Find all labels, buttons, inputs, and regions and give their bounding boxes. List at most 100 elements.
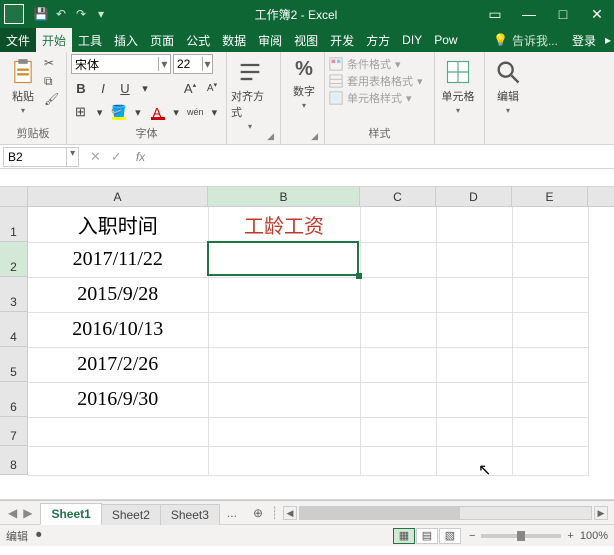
cell-A2[interactable]: 2017/11/22: [28, 242, 208, 277]
save-icon[interactable]: 💾: [32, 5, 50, 23]
tab-review[interactable]: 审阅: [252, 28, 288, 52]
select-all-corner[interactable]: [0, 187, 28, 207]
row-header-1[interactable]: 1: [0, 207, 27, 242]
cell-C3[interactable]: [360, 277, 436, 312]
horizontal-scrollbar[interactable]: ◀ ▶: [277, 506, 614, 520]
tab-home[interactable]: 开始: [36, 28, 72, 52]
name-box[interactable]: ▾: [3, 147, 79, 167]
copy-icon[interactable]: ⧉: [44, 74, 62, 88]
zoom-in-button[interactable]: +: [567, 530, 573, 542]
cell-D8[interactable]: [436, 446, 512, 475]
cell-B7[interactable]: [208, 417, 360, 446]
italic-button[interactable]: I: [93, 78, 113, 98]
row-header-7[interactable]: 7: [0, 417, 27, 446]
phonetic-drop-icon[interactable]: ▾: [207, 102, 222, 122]
font-name-combo[interactable]: ▾: [71, 54, 171, 74]
col-header-C[interactable]: C: [360, 187, 436, 206]
view-normal-icon[interactable]: ▦: [393, 528, 415, 544]
chevron-down-icon[interactable]: ▾: [202, 57, 212, 71]
cell-C2[interactable]: [360, 242, 436, 277]
undo-icon[interactable]: ↶: [52, 5, 70, 23]
row-header-5[interactable]: 5: [0, 347, 27, 382]
cell-D1[interactable]: [436, 207, 512, 242]
cell-B5[interactable]: [208, 347, 360, 382]
cell-D5[interactable]: [436, 347, 512, 382]
cell-E5[interactable]: [512, 347, 588, 382]
cells-area[interactable]: 入职时间工龄工资2017/11/222015/9/282016/10/13201…: [28, 207, 589, 476]
cell-A5[interactable]: 2017/2/26: [28, 347, 208, 382]
cell-E3[interactable]: [512, 277, 588, 312]
cell-A4[interactable]: 2016/10/13: [28, 312, 208, 347]
col-header-B[interactable]: B: [208, 187, 360, 206]
cell-B3[interactable]: [208, 277, 360, 312]
cell-style-button[interactable]: 单元格样式 ▾: [329, 90, 430, 106]
login-button[interactable]: 登录: [566, 28, 602, 52]
cell-B1[interactable]: 工龄工资: [208, 207, 360, 242]
tab-page[interactable]: 页面: [144, 28, 180, 52]
bold-button[interactable]: B: [71, 78, 91, 98]
cell-C4[interactable]: [360, 312, 436, 347]
sheet-tab-sheet1[interactable]: Sheet1: [40, 503, 101, 525]
cell-D4[interactable]: [436, 312, 512, 347]
sheet-add-button[interactable]: ⊕: [245, 506, 271, 520]
close-button[interactable]: ✕: [580, 0, 614, 28]
zoom-slider[interactable]: [481, 534, 561, 538]
fill-color-button[interactable]: 🪣: [109, 102, 128, 122]
cell-D2[interactable]: [436, 242, 512, 277]
hscroll-track[interactable]: [299, 506, 592, 520]
cell-B2[interactable]: [208, 242, 360, 277]
tell-me[interactable]: 💡 告诉我...: [485, 28, 566, 52]
cell-B4[interactable]: [208, 312, 360, 347]
maximize-button[interactable]: □: [546, 0, 580, 28]
cell-A3[interactable]: 2015/9/28: [28, 277, 208, 312]
qat-customize-icon[interactable]: ▾: [92, 5, 110, 23]
format-painter-icon[interactable]: 🖌: [44, 92, 62, 106]
tab-fangfang[interactable]: 方方: [360, 28, 396, 52]
cell-C8[interactable]: [360, 446, 436, 475]
cell-E4[interactable]: [512, 312, 588, 347]
underline-button[interactable]: U: [115, 78, 135, 98]
editing-button[interactable]: 编辑 ▾: [489, 54, 527, 115]
row-header-4[interactable]: 4: [0, 312, 27, 347]
tabs-overflow-icon[interactable]: ▸: [602, 28, 614, 52]
cell-D6[interactable]: [436, 382, 512, 417]
cell-E7[interactable]: [512, 417, 588, 446]
cell-E6[interactable]: [512, 382, 588, 417]
cell-A6[interactable]: 2016/9/30: [28, 382, 208, 417]
border-button[interactable]: ⊞: [71, 102, 90, 122]
zoom-out-button[interactable]: −: [469, 530, 475, 542]
cut-icon[interactable]: ✂: [44, 56, 62, 70]
zoom-level[interactable]: 100%: [580, 530, 608, 542]
cell-E1[interactable]: [512, 207, 588, 242]
sheet-nav-next-icon[interactable]: ▶: [23, 506, 32, 520]
hscroll-left-icon[interactable]: ◀: [283, 506, 297, 520]
cell-B8[interactable]: [208, 446, 360, 475]
chevron-down-icon[interactable]: ▾: [158, 57, 170, 71]
number-launcher-icon[interactable]: ◢: [311, 131, 318, 142]
shrink-font-button[interactable]: A▾: [202, 78, 222, 98]
sheet-nav-prev-icon[interactable]: ◀: [8, 506, 17, 520]
tab-data[interactable]: 数据: [216, 28, 252, 52]
name-box-input[interactable]: [4, 148, 66, 166]
cell-E8[interactable]: [512, 446, 588, 475]
tab-formula[interactable]: 公式: [180, 28, 216, 52]
view-layout-icon[interactable]: ▤: [416, 528, 438, 544]
row-header-3[interactable]: 3: [0, 277, 27, 312]
border-drop-icon[interactable]: ▾: [92, 102, 107, 122]
cell-D7[interactable]: [436, 417, 512, 446]
align-launcher-icon[interactable]: ◢: [267, 131, 274, 142]
cell-A7[interactable]: [28, 417, 208, 446]
namebox-drop-icon[interactable]: ▾: [66, 148, 78, 166]
cell-A8[interactable]: [28, 446, 208, 475]
fill-drop-icon[interactable]: ▾: [130, 102, 145, 122]
cell-B6[interactable]: [208, 382, 360, 417]
col-header-A[interactable]: A: [28, 187, 208, 206]
col-header-D[interactable]: D: [436, 187, 512, 206]
hscroll-right-icon[interactable]: ▶: [594, 506, 608, 520]
tab-insert[interactable]: 插入: [108, 28, 144, 52]
minimize-button[interactable]: —: [512, 0, 546, 28]
number-button[interactable]: % 数字 ▾: [285, 54, 323, 110]
sheet-more-button[interactable]: ...: [219, 506, 245, 520]
row-header-8[interactable]: 8: [0, 446, 27, 475]
fill-handle[interactable]: [356, 273, 362, 279]
